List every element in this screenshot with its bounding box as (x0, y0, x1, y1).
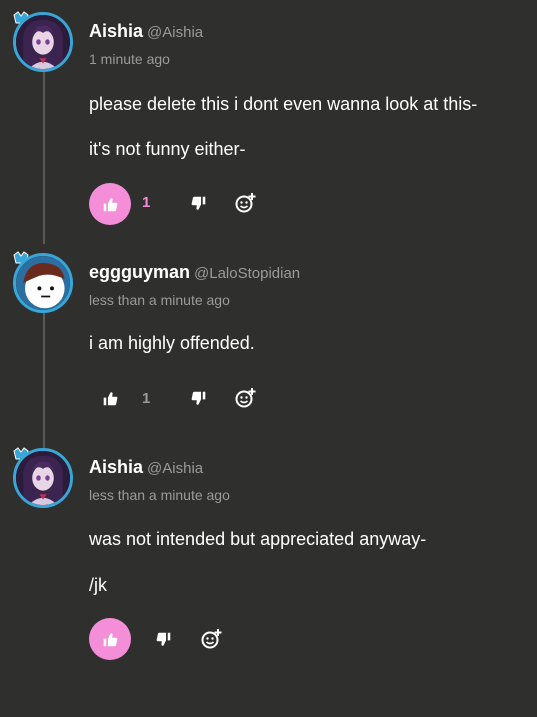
user-handle[interactable]: @Aishia (147, 460, 203, 477)
thread-line (43, 312, 45, 448)
add-reaction-button[interactable] (232, 190, 258, 216)
comment-body-line: it's not funny either- (89, 139, 246, 159)
thumbs-up-icon (103, 197, 117, 211)
add-reaction-icon (235, 193, 256, 213)
comment-header: Aishia @Aishia (89, 457, 203, 478)
display-name[interactable]: Aishia (89, 457, 143, 477)
comment-body-line: was not intended but appreciated anyway- (89, 529, 427, 549)
avatar[interactable] (13, 253, 73, 313)
dislike-button[interactable] (185, 385, 211, 411)
display-name[interactable]: Aishia (89, 21, 143, 41)
like-count: 1 (142, 194, 151, 211)
display-name[interactable]: eggguyman (89, 262, 190, 282)
user-handle[interactable]: @LaloStopidian (194, 265, 300, 282)
avatar[interactable] (13, 12, 73, 72)
comment-thread: Aishia @Aishia 1 minute ago please delete… (0, 0, 537, 717)
comment-header: eggguyman @LaloStopidian (89, 262, 300, 283)
comment-body-line: i am highly offended. (89, 333, 255, 353)
user-handle[interactable]: @Aishia (147, 24, 203, 41)
timestamp: 1 minute ago (89, 51, 170, 67)
like-count: 1 (142, 390, 151, 407)
timestamp: less than a minute ago (89, 292, 230, 308)
thumbs-down-icon (191, 196, 205, 210)
like-button[interactable] (89, 183, 131, 225)
cartoon-egg-face-avatar-icon (16, 256, 70, 310)
add-reaction-button[interactable] (232, 385, 258, 411)
dislike-button[interactable] (150, 626, 176, 652)
like-button[interactable] (95, 383, 125, 413)
thumbs-up-icon (103, 632, 117, 646)
timestamp: less than a minute ago (89, 487, 230, 503)
comment-body-line: please delete this i dont even wanna loo… (89, 94, 478, 114)
add-reaction-button[interactable] (198, 626, 224, 652)
thumbs-down-icon (191, 391, 205, 405)
dislike-button[interactable] (185, 190, 211, 216)
comment-body-line: /jk (89, 575, 107, 595)
thumbs-up-icon (103, 391, 117, 405)
avatar[interactable] (13, 448, 73, 508)
thread-line (43, 66, 45, 244)
add-reaction-icon (201, 629, 222, 649)
like-button[interactable] (89, 618, 131, 660)
anime-girl-avatar-icon (16, 15, 70, 69)
add-reaction-icon (235, 388, 256, 408)
comment-header: Aishia @Aishia (89, 21, 203, 42)
anime-girl-avatar-icon (16, 451, 70, 505)
thumbs-down-icon (156, 632, 170, 646)
